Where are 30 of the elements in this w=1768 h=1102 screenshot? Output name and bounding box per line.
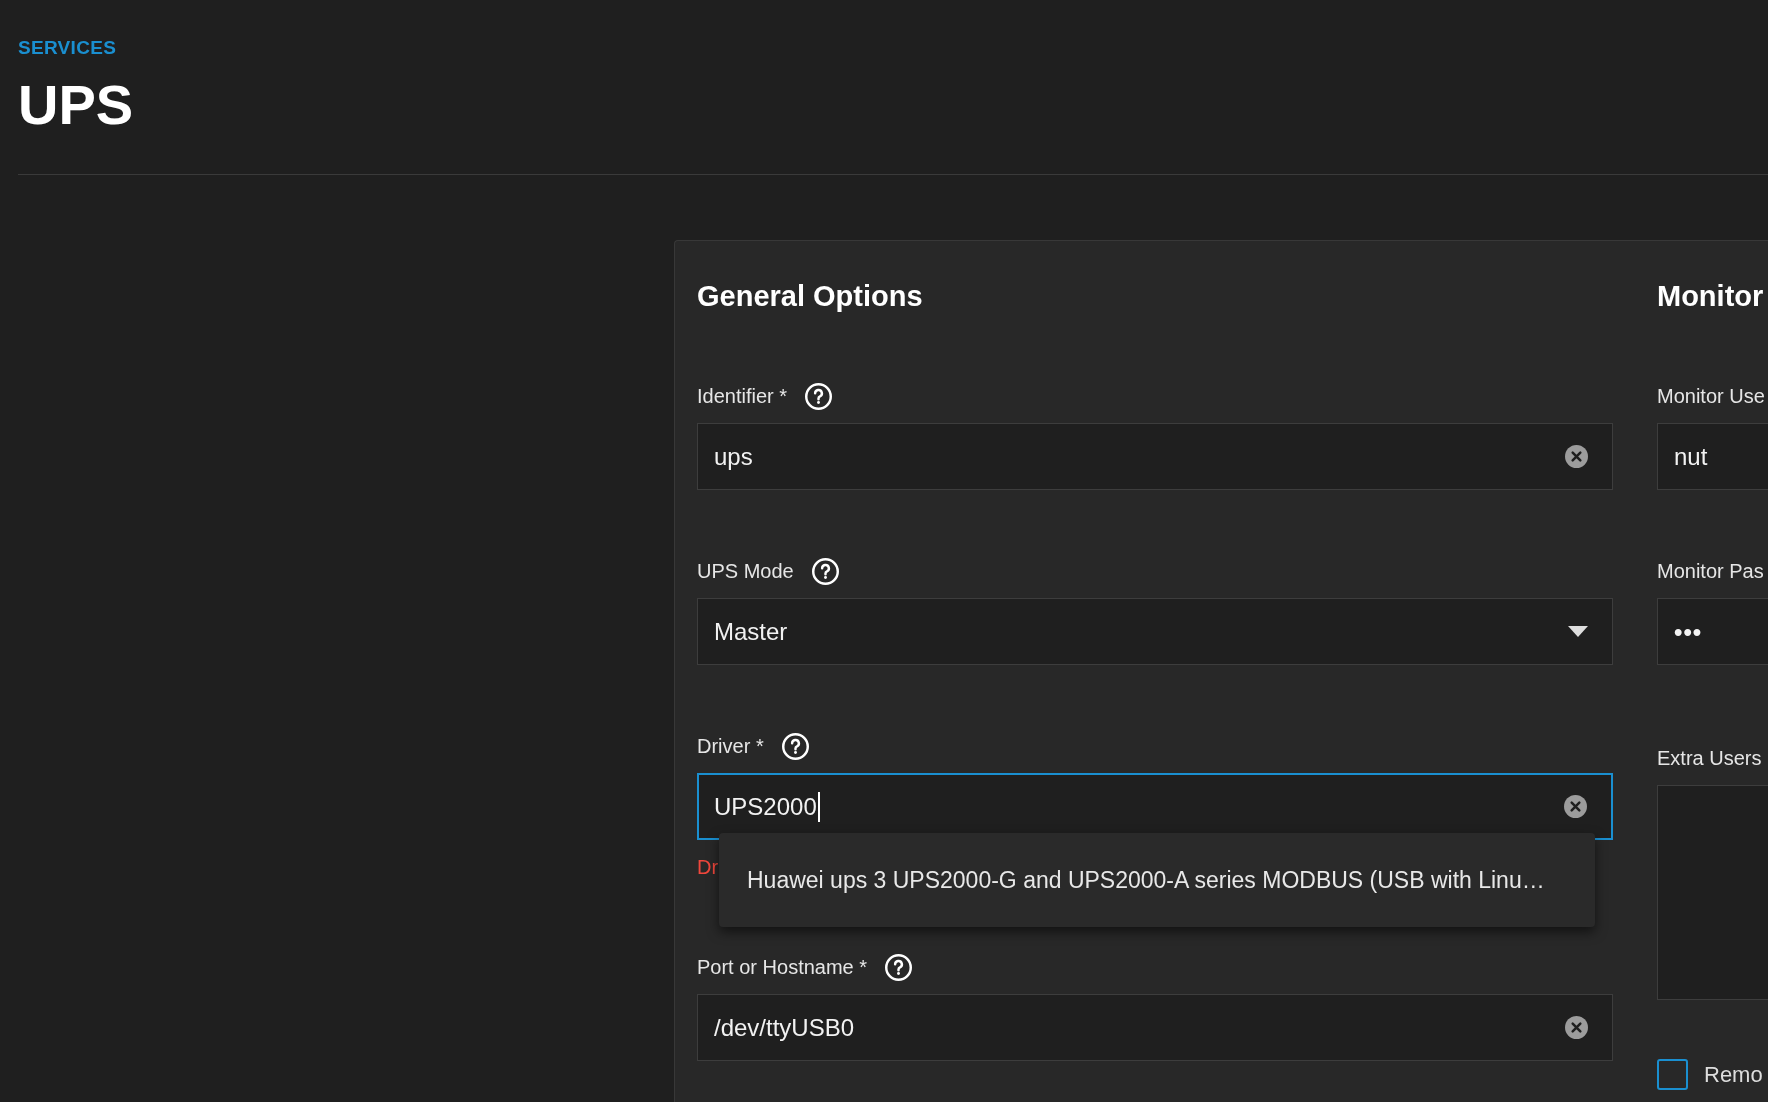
clear-icon[interactable] [1564,795,1587,818]
input-field[interactable]: /dev/ttyUSB0 [697,994,1613,1061]
input-field[interactable]: nut [1657,423,1768,490]
field-label: Monitor Pas [1657,559,1764,583]
field-label: Driver * [697,734,764,758]
help-icon[interactable] [811,557,839,585]
input-field[interactable]: ups [697,423,1613,490]
caret-icon [1568,626,1588,637]
menu-option[interactable]: Huawei ups 3 UPS2000-G and UPS2000-A series MODBUS (USB with Linu… [719,841,1595,919]
field-label: Identifier * [697,384,788,408]
select-field[interactable]: Master [697,598,1613,665]
breadcrumb-link[interactable]: SERVICES [18,37,117,59]
field-label: UPS Mode [697,559,794,583]
help-icon[interactable] [885,953,913,981]
help-icon[interactable] [805,382,833,410]
clear-icon[interactable] [1565,1016,1588,1039]
page-title: UPS [18,73,134,137]
checkbox[interactable] [1657,1059,1688,1090]
password-field[interactable]: ••• [1657,598,1768,665]
field-label: Extra Users [1657,746,1762,770]
textarea-field[interactable] [1657,785,1768,1000]
checkbox-label: Remo [1704,1061,1763,1088]
help-icon[interactable] [781,732,809,760]
section-title: Monitor [1657,279,1764,314]
error-text: Dr [697,855,719,879]
field-label: Port or Hostname * [697,955,868,979]
text-cursor [817,791,820,822]
field-label: Monitor Use [1657,384,1765,408]
clear-icon[interactable] [1565,445,1588,468]
section-title: General Options [697,279,923,314]
